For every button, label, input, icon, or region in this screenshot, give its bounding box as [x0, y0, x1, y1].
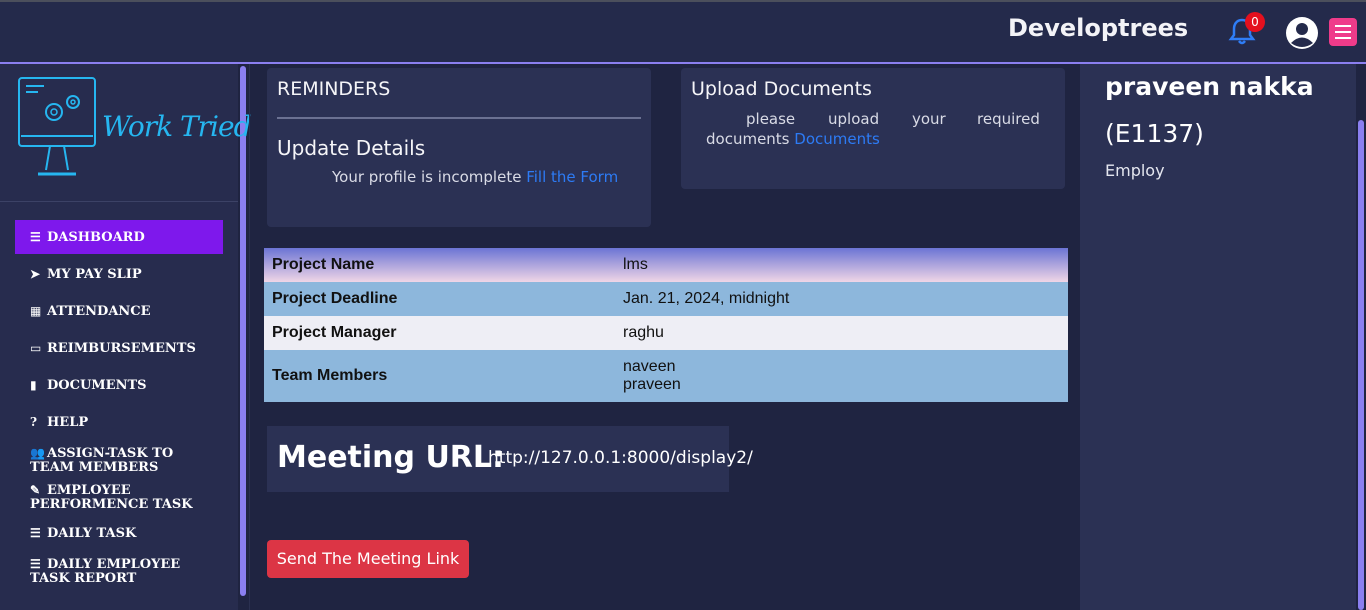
list-check-icon: ☰	[30, 557, 41, 571]
sidebar-item-label: DAILY TASK	[47, 526, 137, 541]
list-check-icon: ☰	[30, 526, 41, 540]
calendar-icon: ▦	[30, 304, 42, 318]
notification-badge: 0	[1245, 12, 1265, 32]
bars-icon: ☰	[30, 230, 41, 244]
profile-employee-id: (E1137)	[1105, 119, 1204, 148]
sidebar-item-label: MY PAY SLIP	[47, 267, 142, 282]
upload-text-line2: documents Documents	[706, 130, 880, 148]
credit-card-icon: ▭	[30, 341, 42, 355]
meeting-url-value[interactable]: http://127.0.0.1:8000/display2/	[488, 448, 753, 468]
team-members-label: Team Members	[272, 367, 388, 384]
upload-word-3: your	[912, 110, 946, 128]
profile-name: praveen nakka	[1105, 72, 1314, 101]
sidebar-item-label: DASHBOARD	[47, 230, 145, 245]
documents-link[interactable]: Documents	[794, 130, 880, 148]
project-manager-value: raghu	[623, 324, 664, 341]
sidebar-item-label: HELP	[47, 415, 89, 430]
table-row: Project Manager raghu	[264, 316, 1068, 350]
sidebar-item-label-line2: TASK REPORT	[30, 571, 137, 586]
question-circle-icon: ?	[30, 415, 38, 429]
sidebar-item-daily-employee-task-report[interactable]: ☰ DAILY EMPLOYEE TASK REPORT	[15, 557, 223, 586]
send-meeting-link-button[interactable]: Send The Meeting Link	[267, 540, 469, 578]
sidebar-item-documents[interactable]: ▮ DOCUMENTS	[15, 378, 223, 393]
upload-word-4: required	[977, 110, 1040, 128]
sidebar-item-label-line2: PERFORMENCE TASK	[30, 497, 193, 512]
sidebar-item-attendance[interactable]: ▦ ATTENDANCE	[15, 304, 223, 319]
upload-word-1: please	[746, 110, 796, 128]
logo-text: Work Tried	[102, 110, 251, 143]
sidebar-item-assign-task[interactable]: 👥 ASSIGN-TASK TO TEAM MEMBERS	[15, 446, 223, 475]
user-avatar-icon[interactable]	[1285, 16, 1319, 50]
team-members-value: naveen praveen	[615, 350, 1068, 402]
upload-word-2: upload	[828, 110, 880, 128]
meeting-url-label: Meeting URL:	[277, 440, 505, 475]
fill-the-form-link[interactable]: Fill the Form	[526, 168, 618, 186]
sidebar-item-label: DOCUMENTS	[47, 378, 147, 393]
file-icon: ▮	[30, 378, 37, 392]
sidebar-item-label: DAILY EMPLOYEE	[47, 557, 181, 572]
upload-documents-title: Upload Documents	[691, 78, 872, 100]
upload-word-documents: documents	[706, 130, 790, 148]
sidebar-item-help[interactable]: ? HELP	[15, 415, 223, 430]
sidebar-item-my-pay-slip[interactable]: ➤ MY PAY SLIP	[15, 267, 223, 282]
table-row: Team Members naveen praveen	[264, 350, 1068, 402]
main-left-border	[249, 64, 250, 610]
sidebar-item-label: REIMBURSEMENTS	[47, 341, 196, 356]
table-row: Project Name lms	[264, 248, 1068, 282]
users-icon: 👥	[30, 446, 45, 460]
sidebar-item-label: EMPLOYEE	[47, 483, 131, 498]
update-details-heading: Update Details	[277, 136, 426, 160]
sidebar-item-employee-performence[interactable]: ✎ EMPLOYEE PERFORMENCE TASK	[15, 483, 223, 512]
team-member: praveen	[623, 376, 681, 393]
sidebar-divider	[0, 201, 238, 202]
project-details-table: Project Name lms Project Deadline Jan. 2…	[264, 248, 1068, 402]
sidebar-item-dashboard[interactable]: ☰ DASHBOARD	[15, 220, 223, 254]
sidebar-scrollbar-thumb[interactable]	[240, 66, 246, 596]
reminders-title: REMINDERS	[277, 78, 391, 100]
project-manager-label: Project Manager	[272, 324, 397, 341]
sidebar-item-daily-task[interactable]: ☰ DAILY TASK	[15, 526, 223, 541]
project-name-value: lms	[623, 256, 648, 273]
project-deadline-value: Jan. 21, 2024, midnight	[623, 290, 790, 307]
hamburger-menu-button[interactable]	[1329, 18, 1357, 46]
sidebar-item-label-line2: TEAM MEMBERS	[30, 460, 159, 475]
paper-plane-icon: ➤	[30, 267, 41, 281]
profile-scrollbar-thumb[interactable]	[1358, 120, 1364, 610]
brand-name[interactable]: Developtrees	[1008, 14, 1188, 42]
sidebar-item-label: ATTENDANCE	[47, 304, 151, 319]
sidebar-item-label: ASSIGN-TASK TO	[47, 446, 174, 461]
team-member: naveen	[623, 358, 676, 375]
sidebar-item-reimbursements[interactable]: ▭ REIMBURSEMENTS	[15, 341, 223, 356]
reminders-divider	[277, 117, 641, 119]
profile-incomplete-text: Your profile is incomplete Fill the Form	[332, 168, 618, 186]
table-row: Project Deadline Jan. 21, 2024, midnight	[264, 282, 1068, 316]
user-edit-icon: ✎	[30, 483, 41, 497]
profile-role: Employ	[1105, 161, 1165, 180]
project-deadline-label: Project Deadline	[272, 290, 398, 307]
profile-incomplete-message: Your profile is incomplete	[332, 168, 522, 186]
project-name-label: Project Name	[272, 256, 375, 273]
